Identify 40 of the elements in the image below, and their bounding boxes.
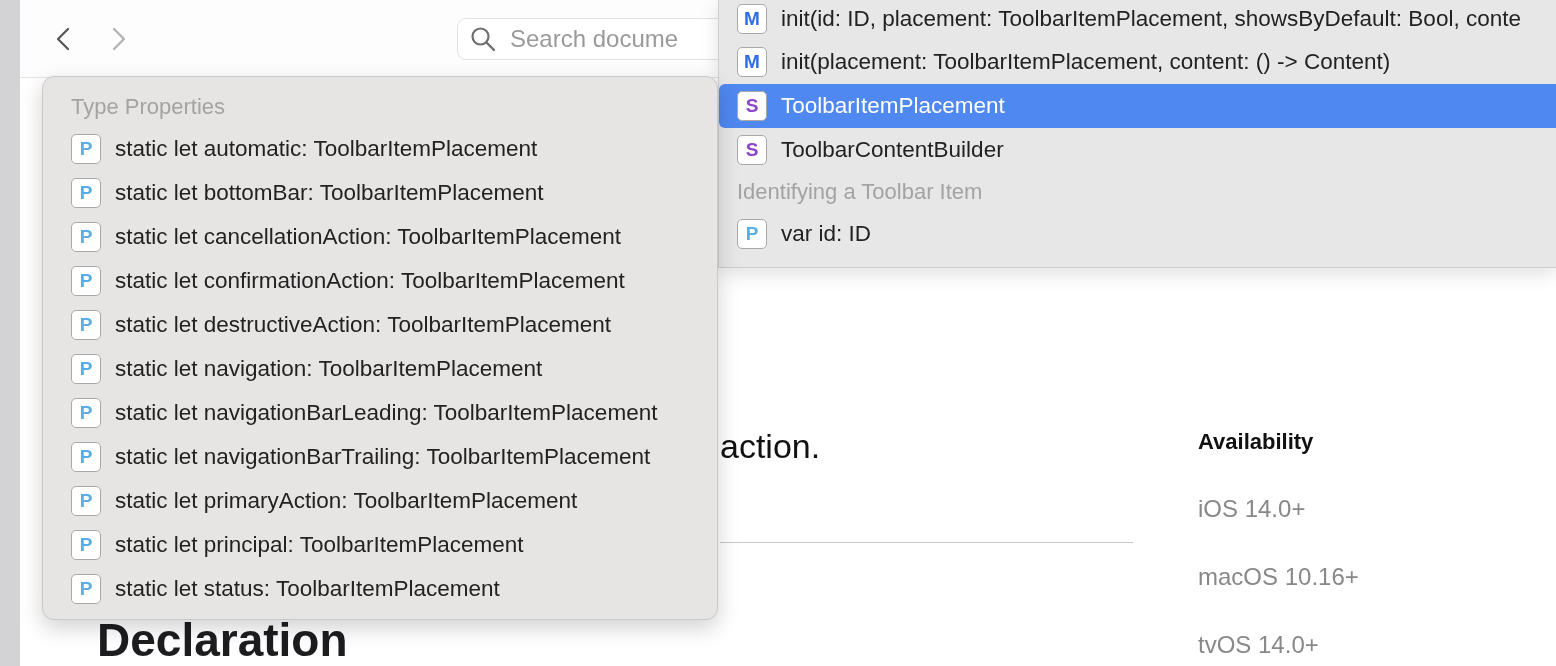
platform-version: tvOS 14.0+ — [1198, 630, 1320, 660]
symbol-badge: P — [71, 222, 101, 252]
body-text: action. — [720, 426, 822, 466]
menu-item[interactable]: P static let destructiveAction: ToolbarItemPlacement — [43, 303, 717, 347]
menu-item[interactable]: S ToolbarItemPlacement — [719, 84, 1556, 128]
menu-item[interactable]: P static let status: ToolbarItemPlacement — [43, 567, 717, 611]
symbol-badge: P — [71, 398, 101, 428]
back-icon[interactable] — [56, 26, 70, 51]
menu-item[interactable]: P static let primaryAction: ToolbarItemPlacement — [43, 479, 717, 523]
symbol-badge: P — [71, 354, 101, 384]
symbol-badge: P — [71, 310, 101, 340]
symbol-badge: S — [737, 135, 767, 165]
menu-section-header: Identifying a Toolbar Item — [736, 178, 984, 206]
symbol-badge: M — [737, 47, 767, 77]
platform-version: macOS 10.16+ — [1198, 562, 1359, 592]
symbol-badge: P — [737, 219, 767, 249]
menu-item[interactable]: P static let automatic: ToolbarItemPlacement — [43, 127, 717, 171]
menu-item[interactable]: P static let navigationBarTrailing: ToolbarItemPlacement — [43, 435, 717, 479]
menu-item[interactable]: P static let navigationBarLeading: ToolbarItemPlacement — [43, 391, 717, 435]
menu-section-header: Type Properties — [70, 93, 227, 121]
symbol-badge: M — [737, 4, 767, 34]
menu-item[interactable]: P static let bottomBar: ToolbarItemPlacement — [43, 171, 717, 215]
symbol-badge: P — [71, 442, 101, 472]
symbol-badge: P — [71, 530, 101, 560]
section-heading: Declaration — [97, 616, 349, 664]
symbol-badge: P — [71, 178, 101, 208]
menu-item[interactable]: S ToolbarContentBuilder — [719, 128, 1556, 172]
menu-item[interactable]: P var id: ID — [719, 212, 1556, 256]
menu-item[interactable]: P static let principal: ToolbarItemPlacement — [43, 523, 717, 567]
symbol-badge: S — [737, 91, 767, 121]
search-icon — [470, 25, 496, 52]
menu-item[interactable]: P static let confirmationAction: ToolbarItemPlacement — [43, 259, 717, 303]
menu-item[interactable]: P static let cancellationAction: ToolbarItemPlacement — [43, 215, 717, 259]
menu-item[interactable]: P static let navigation: ToolbarItemPlacement — [43, 347, 717, 391]
availability-heading: Availability — [1198, 428, 1315, 456]
platform-version: iOS 14.0+ — [1198, 494, 1307, 524]
symbol-badge: P — [71, 134, 101, 164]
symbol-badge: P — [71, 266, 101, 296]
symbol-badge: P — [71, 486, 101, 516]
symbol-badge: P — [71, 574, 101, 604]
